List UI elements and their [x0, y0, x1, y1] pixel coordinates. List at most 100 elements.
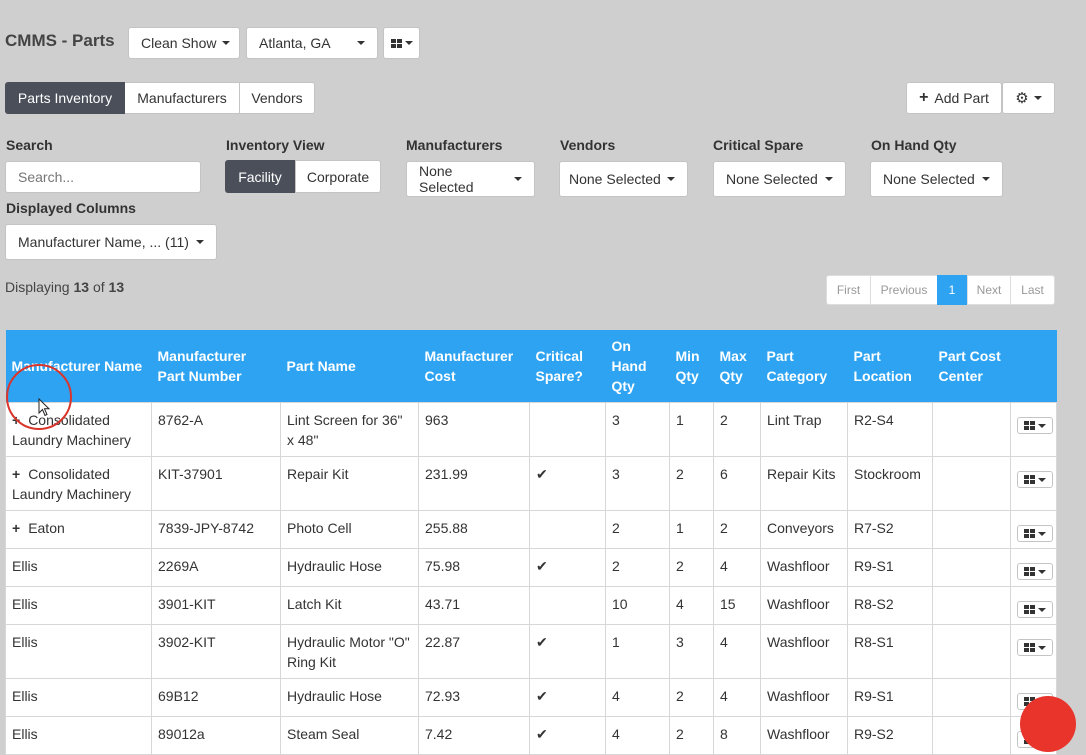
- table-cell-critical: ✔: [529, 548, 606, 587]
- cell-text: R7-S2: [854, 520, 894, 536]
- pagination-current[interactable]: 1: [937, 275, 967, 305]
- location-dropdown[interactable]: Atlanta, GA: [246, 27, 378, 59]
- cell-text: 7.42: [425, 726, 453, 742]
- chevron-down-icon: [1038, 477, 1046, 482]
- row-actions-button[interactable]: [1017, 563, 1053, 580]
- cell-text: Repair Kit: [287, 466, 349, 482]
- table-cell-category: Washfloor: [760, 586, 848, 625]
- table-row: Ellis 3902-KIT Hydraulic Motor "O" Ring Ki…: [5, 624, 1057, 679]
- cell-text: 10: [612, 596, 628, 612]
- settings-menu-button[interactable]: ⚙: [1002, 82, 1055, 114]
- expand-row-icon[interactable]: +: [12, 466, 20, 482]
- clean-show-dropdown[interactable]: Clean Show: [128, 27, 240, 59]
- help-chat-bubble[interactable]: [1020, 696, 1076, 752]
- table-row: + Consolidated Laundry Machinery 8762-A Lin…: [5, 402, 1057, 457]
- table-cell-location: R9-S1: [847, 548, 933, 587]
- table-cell-manufacturer: Ellis: [5, 678, 152, 717]
- cell-text: 963: [425, 412, 449, 428]
- column-header[interactable]: Part Cost Center: [932, 330, 1011, 403]
- cell-text: 2269A: [158, 558, 199, 574]
- column-header[interactable]: Part Category: [760, 330, 848, 403]
- table-cell-cost: 7.42: [418, 716, 530, 755]
- mouse-pointer-icon: [38, 398, 51, 417]
- table-cell-mpn: 8762-A: [151, 402, 281, 457]
- chevron-down-icon: [982, 177, 990, 181]
- cell-text: Ellis: [12, 726, 38, 742]
- column-header[interactable]: Manufacturer Cost: [418, 330, 530, 403]
- pagination-next[interactable]: Next: [967, 275, 1011, 305]
- manufacturers-filter-dropdown[interactable]: None Selected: [406, 161, 535, 197]
- table-cell-mpn: 2269A: [151, 548, 281, 587]
- search-input[interactable]: [5, 161, 201, 193]
- column-header[interactable]: Min Qty: [669, 330, 714, 403]
- column-header[interactable]: Part Location: [847, 330, 933, 403]
- column-header[interactable]: Manufacturer Part Number: [151, 330, 281, 403]
- table-cell-critical: ✔: [529, 716, 606, 755]
- row-actions-button[interactable]: [1017, 525, 1053, 542]
- add-part-button[interactable]: + Add Part: [906, 82, 1002, 114]
- cell-text: R8-S2: [854, 596, 894, 612]
- vendors-filter-dropdown[interactable]: None Selected: [559, 161, 688, 197]
- cell-text: R9-S1: [854, 558, 894, 574]
- chevron-down-icon: [667, 177, 675, 181]
- table-cell-max: 15: [713, 586, 761, 625]
- on-hand-qty-filter-dropdown[interactable]: None Selected: [870, 161, 1003, 197]
- row-actions-cell: [1010, 624, 1057, 679]
- row-actions-button[interactable]: [1017, 639, 1053, 656]
- check-icon: ✔: [536, 558, 548, 574]
- table-cell-category: Conveyors: [760, 510, 848, 549]
- column-header[interactable]: On Hand Qty: [605, 330, 670, 403]
- table-cell-mpn: 3901-KIT: [151, 586, 281, 625]
- tab-manufacturers[interactable]: Manufacturers: [125, 82, 240, 114]
- table-cell-onhand: 2: [605, 548, 670, 587]
- critical-spare-filter-dropdown[interactable]: None Selected: [713, 161, 846, 197]
- cell-text: Washfloor: [767, 688, 830, 704]
- row-actions-button[interactable]: [1017, 471, 1053, 488]
- table-cell-part: Photo Cell: [280, 510, 419, 549]
- row-actions-cell: [1010, 510, 1057, 549]
- table-cell-center: [932, 678, 1011, 717]
- cell-text: 255.88: [425, 520, 468, 536]
- inventory-view-facility[interactable]: Facility: [225, 160, 295, 193]
- table-cell-location: R9-S1: [847, 678, 933, 717]
- app-grid-menu-button[interactable]: [383, 27, 420, 59]
- column-header[interactable]: Max Qty: [713, 330, 761, 403]
- cell-text: Ellis: [12, 634, 38, 650]
- expand-row-icon[interactable]: +: [12, 520, 20, 536]
- table-cell-category: Washfloor: [760, 548, 848, 587]
- chevron-down-icon: [1038, 423, 1046, 428]
- table-cell-min: 2: [669, 716, 714, 755]
- row-actions-button[interactable]: [1017, 417, 1053, 434]
- displayed-columns-dropdown[interactable]: Manufacturer Name, ... (11): [5, 224, 217, 260]
- cell-text: 6: [720, 466, 728, 482]
- table-cell-center: [932, 548, 1011, 587]
- table-cell-min: 2: [669, 678, 714, 717]
- row-actions-button[interactable]: [1017, 601, 1053, 618]
- tab-parts-inventory[interactable]: Parts Inventory: [5, 82, 125, 114]
- pagination-first[interactable]: First: [826, 275, 871, 305]
- grid-icon: [390, 38, 402, 48]
- chevron-down-icon: [1038, 531, 1046, 536]
- table-cell-cost: 231.99: [418, 456, 530, 511]
- inventory-view-label: Inventory View: [226, 137, 325, 153]
- cell-text: Hydraulic Motor "O" Ring Kit: [287, 634, 410, 670]
- cell-text: 22.87: [425, 634, 461, 650]
- inventory-view-corporate[interactable]: Corporate: [295, 160, 381, 193]
- column-header[interactable]: Part Name: [280, 330, 419, 403]
- location-label: Atlanta, GA: [259, 35, 331, 51]
- column-header[interactable]: Critical Spare?: [529, 330, 606, 403]
- table-cell-max: 4: [713, 624, 761, 679]
- cell-text: 2: [720, 412, 728, 428]
- cell-text: Lint Trap: [767, 412, 822, 428]
- cell-text: R8-S1: [854, 634, 894, 650]
- chevron-down-icon: [1038, 569, 1046, 574]
- cell-text: Washfloor: [767, 596, 830, 612]
- tab-vendors[interactable]: Vendors: [240, 82, 315, 114]
- pagination-last[interactable]: Last: [1010, 275, 1055, 305]
- pagination-previous[interactable]: Previous: [870, 275, 938, 305]
- table-cell-manufacturer: Ellis: [5, 586, 152, 625]
- cell-text: Conveyors: [767, 520, 834, 536]
- table-cell-location: R2-S4: [847, 402, 933, 457]
- table-row: Ellis 69B12 Hydraulic Hose 72.93 ✔ 4 2 4 Washflo…: [5, 678, 1057, 717]
- table-cell-min: 1: [669, 510, 714, 549]
